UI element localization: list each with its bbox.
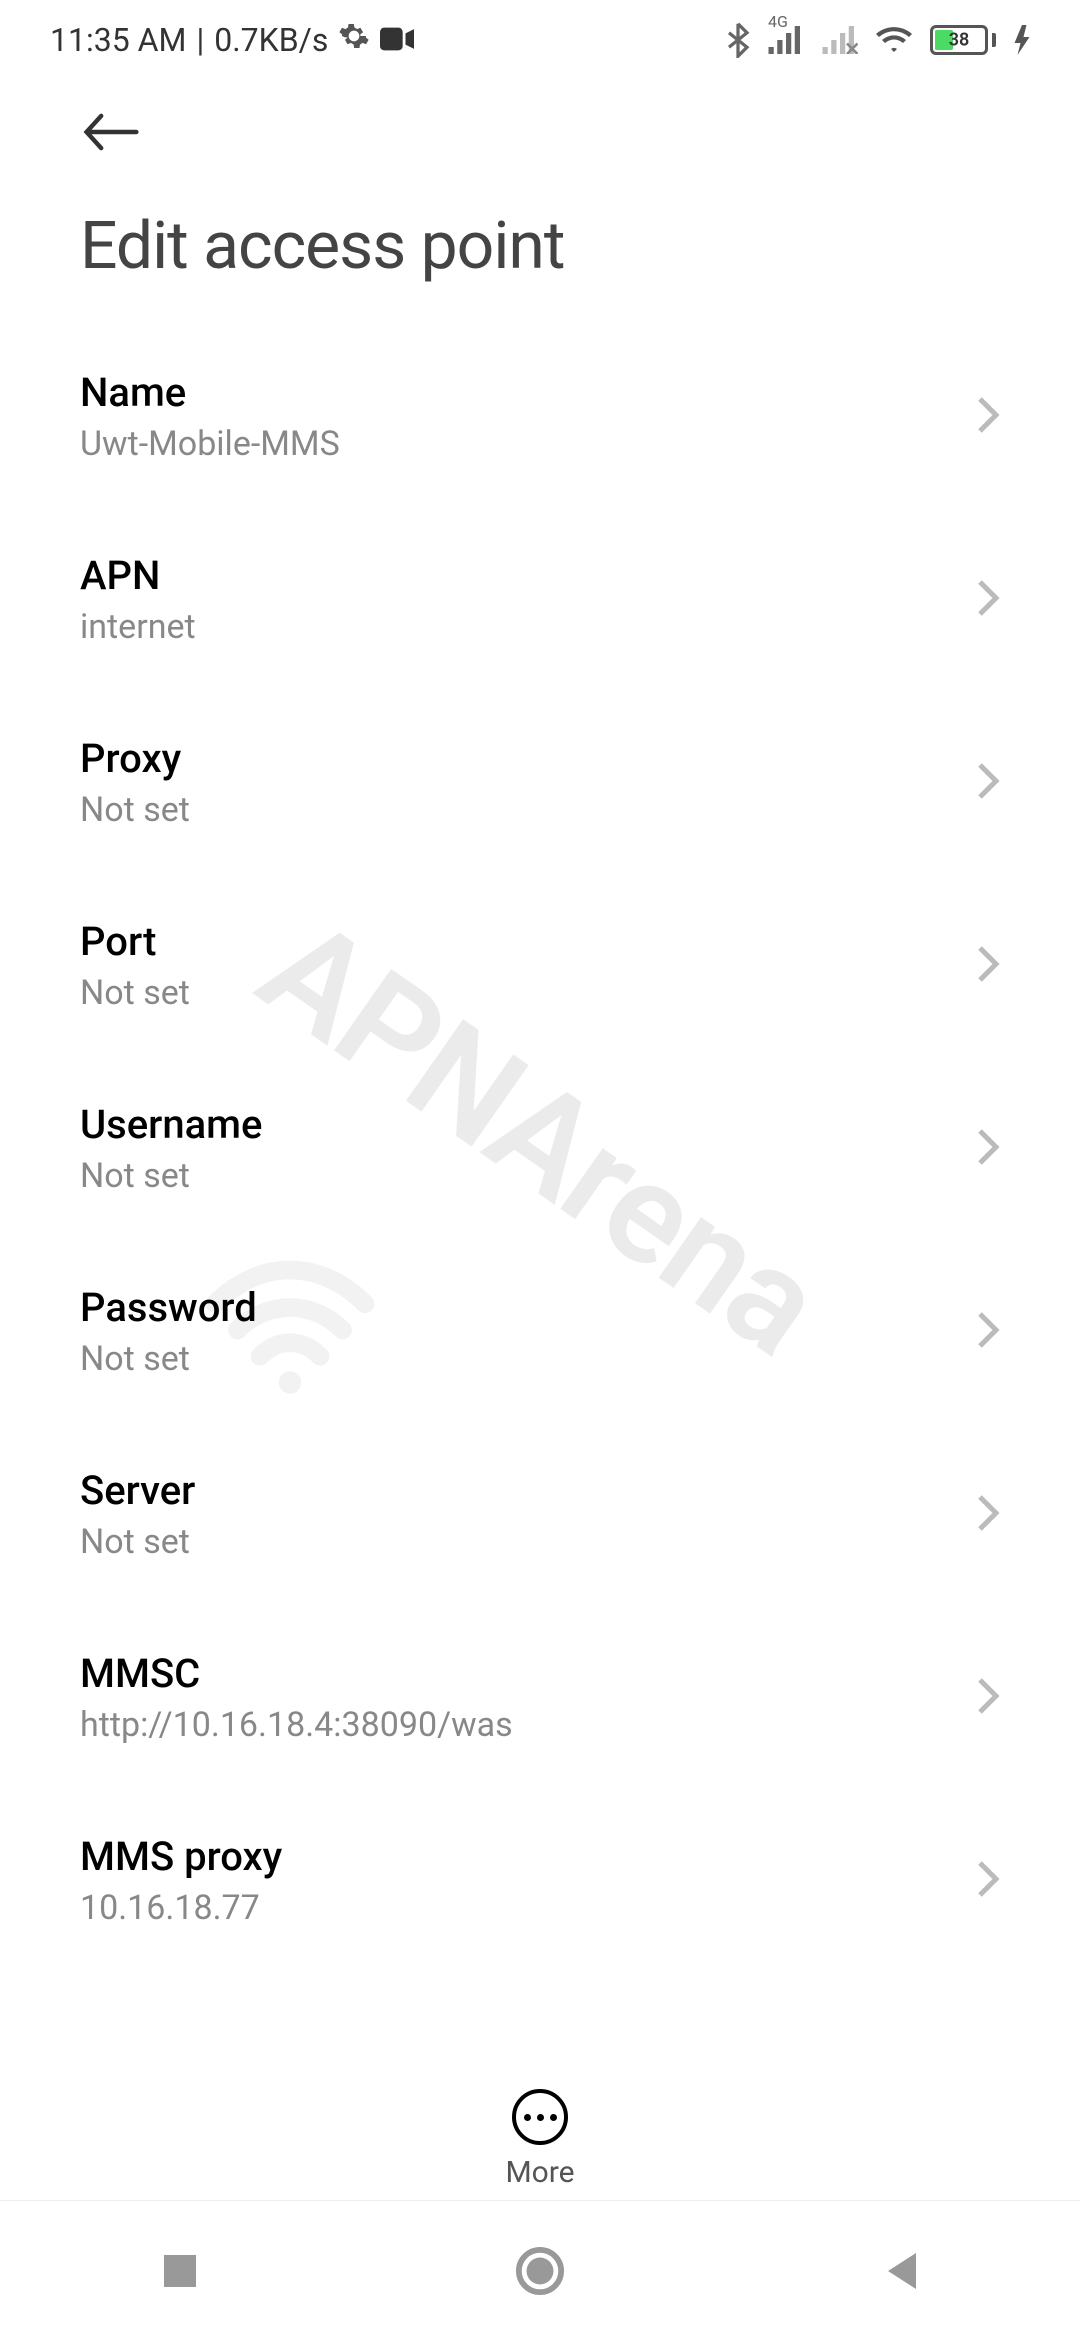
setting-label: MMSC — [80, 1650, 976, 1697]
charging-icon — [1014, 25, 1030, 55]
setting-value: internet — [80, 607, 976, 647]
setting-value: http://10.16.18.4:38090/was — [80, 1705, 976, 1745]
setting-value: Uwt-Mobile-MMS — [80, 424, 976, 464]
more-horiz-icon — [512, 2089, 568, 2145]
status-separator: | — [196, 21, 204, 59]
setting-value: Not set — [80, 1156, 976, 1196]
settings-list: Name Uwt-Mobile-MMS APN internet Proxy N… — [0, 325, 1080, 1972]
setting-label: Server — [80, 1467, 976, 1514]
video-icon — [380, 21, 414, 59]
status-bar: 11:35 AM | 0.7KB/s 4G 38 — [0, 0, 1080, 80]
setting-value: Not set — [80, 973, 976, 1013]
status-data-rate: 0.7KB/s — [214, 21, 328, 59]
chevron-right-icon — [976, 761, 1000, 805]
chevron-right-icon — [976, 1859, 1000, 1903]
back-button[interactable] — [80, 110, 1000, 158]
setting-apn[interactable]: APN internet — [80, 508, 1000, 691]
chevron-right-icon — [976, 1127, 1000, 1171]
setting-value: Not set — [80, 1339, 976, 1379]
chevron-right-icon — [976, 395, 1000, 439]
setting-label: Proxy — [80, 735, 976, 782]
bluetooth-icon — [726, 22, 750, 58]
nav-home-button[interactable] — [440, 2246, 640, 2296]
setting-label: Username — [80, 1101, 976, 1148]
more-button[interactable]: More — [0, 2069, 1080, 2190]
page-title: Edit access point — [80, 208, 1000, 285]
battery-indicator: 38 — [930, 25, 996, 55]
chevron-right-icon — [976, 578, 1000, 622]
setting-password[interactable]: Password Not set — [80, 1240, 1000, 1423]
setting-label: Name — [80, 369, 976, 416]
status-time: 11:35 AM — [50, 21, 186, 59]
setting-label: Password — [80, 1284, 976, 1331]
wifi-icon — [876, 25, 912, 55]
setting-label: APN — [80, 552, 976, 599]
setting-mmsc[interactable]: MMSC http://10.16.18.4:38090/was — [80, 1606, 1000, 1789]
chevron-right-icon — [976, 1493, 1000, 1537]
chevron-right-icon — [976, 944, 1000, 988]
gear-icon — [338, 20, 370, 60]
setting-username[interactable]: Username Not set — [80, 1057, 1000, 1240]
more-label: More — [505, 2155, 574, 2190]
nav-recents-button[interactable] — [80, 2251, 280, 2291]
setting-label: MMS proxy — [80, 1833, 976, 1880]
chevron-right-icon — [976, 1310, 1000, 1354]
setting-server[interactable]: Server Not set — [80, 1423, 1000, 1606]
setting-name[interactable]: Name Uwt-Mobile-MMS — [80, 325, 1000, 508]
setting-value: Not set — [80, 790, 976, 830]
setting-proxy[interactable]: Proxy Not set — [80, 691, 1000, 874]
setting-label: Port — [80, 918, 976, 965]
chevron-right-icon — [976, 1676, 1000, 1720]
setting-value: 10.16.18.77 — [80, 1888, 976, 1928]
signal-nosim-icon — [822, 26, 858, 54]
navigation-bar — [0, 2200, 1080, 2340]
setting-port[interactable]: Port Not set — [80, 874, 1000, 1057]
nav-back-button[interactable] — [800, 2249, 1000, 2293]
setting-value: Not set — [80, 1522, 976, 1562]
setting-mms-proxy[interactable]: MMS proxy 10.16.18.77 — [80, 1789, 1000, 1972]
signal-4g-icon: 4G — [768, 26, 804, 54]
